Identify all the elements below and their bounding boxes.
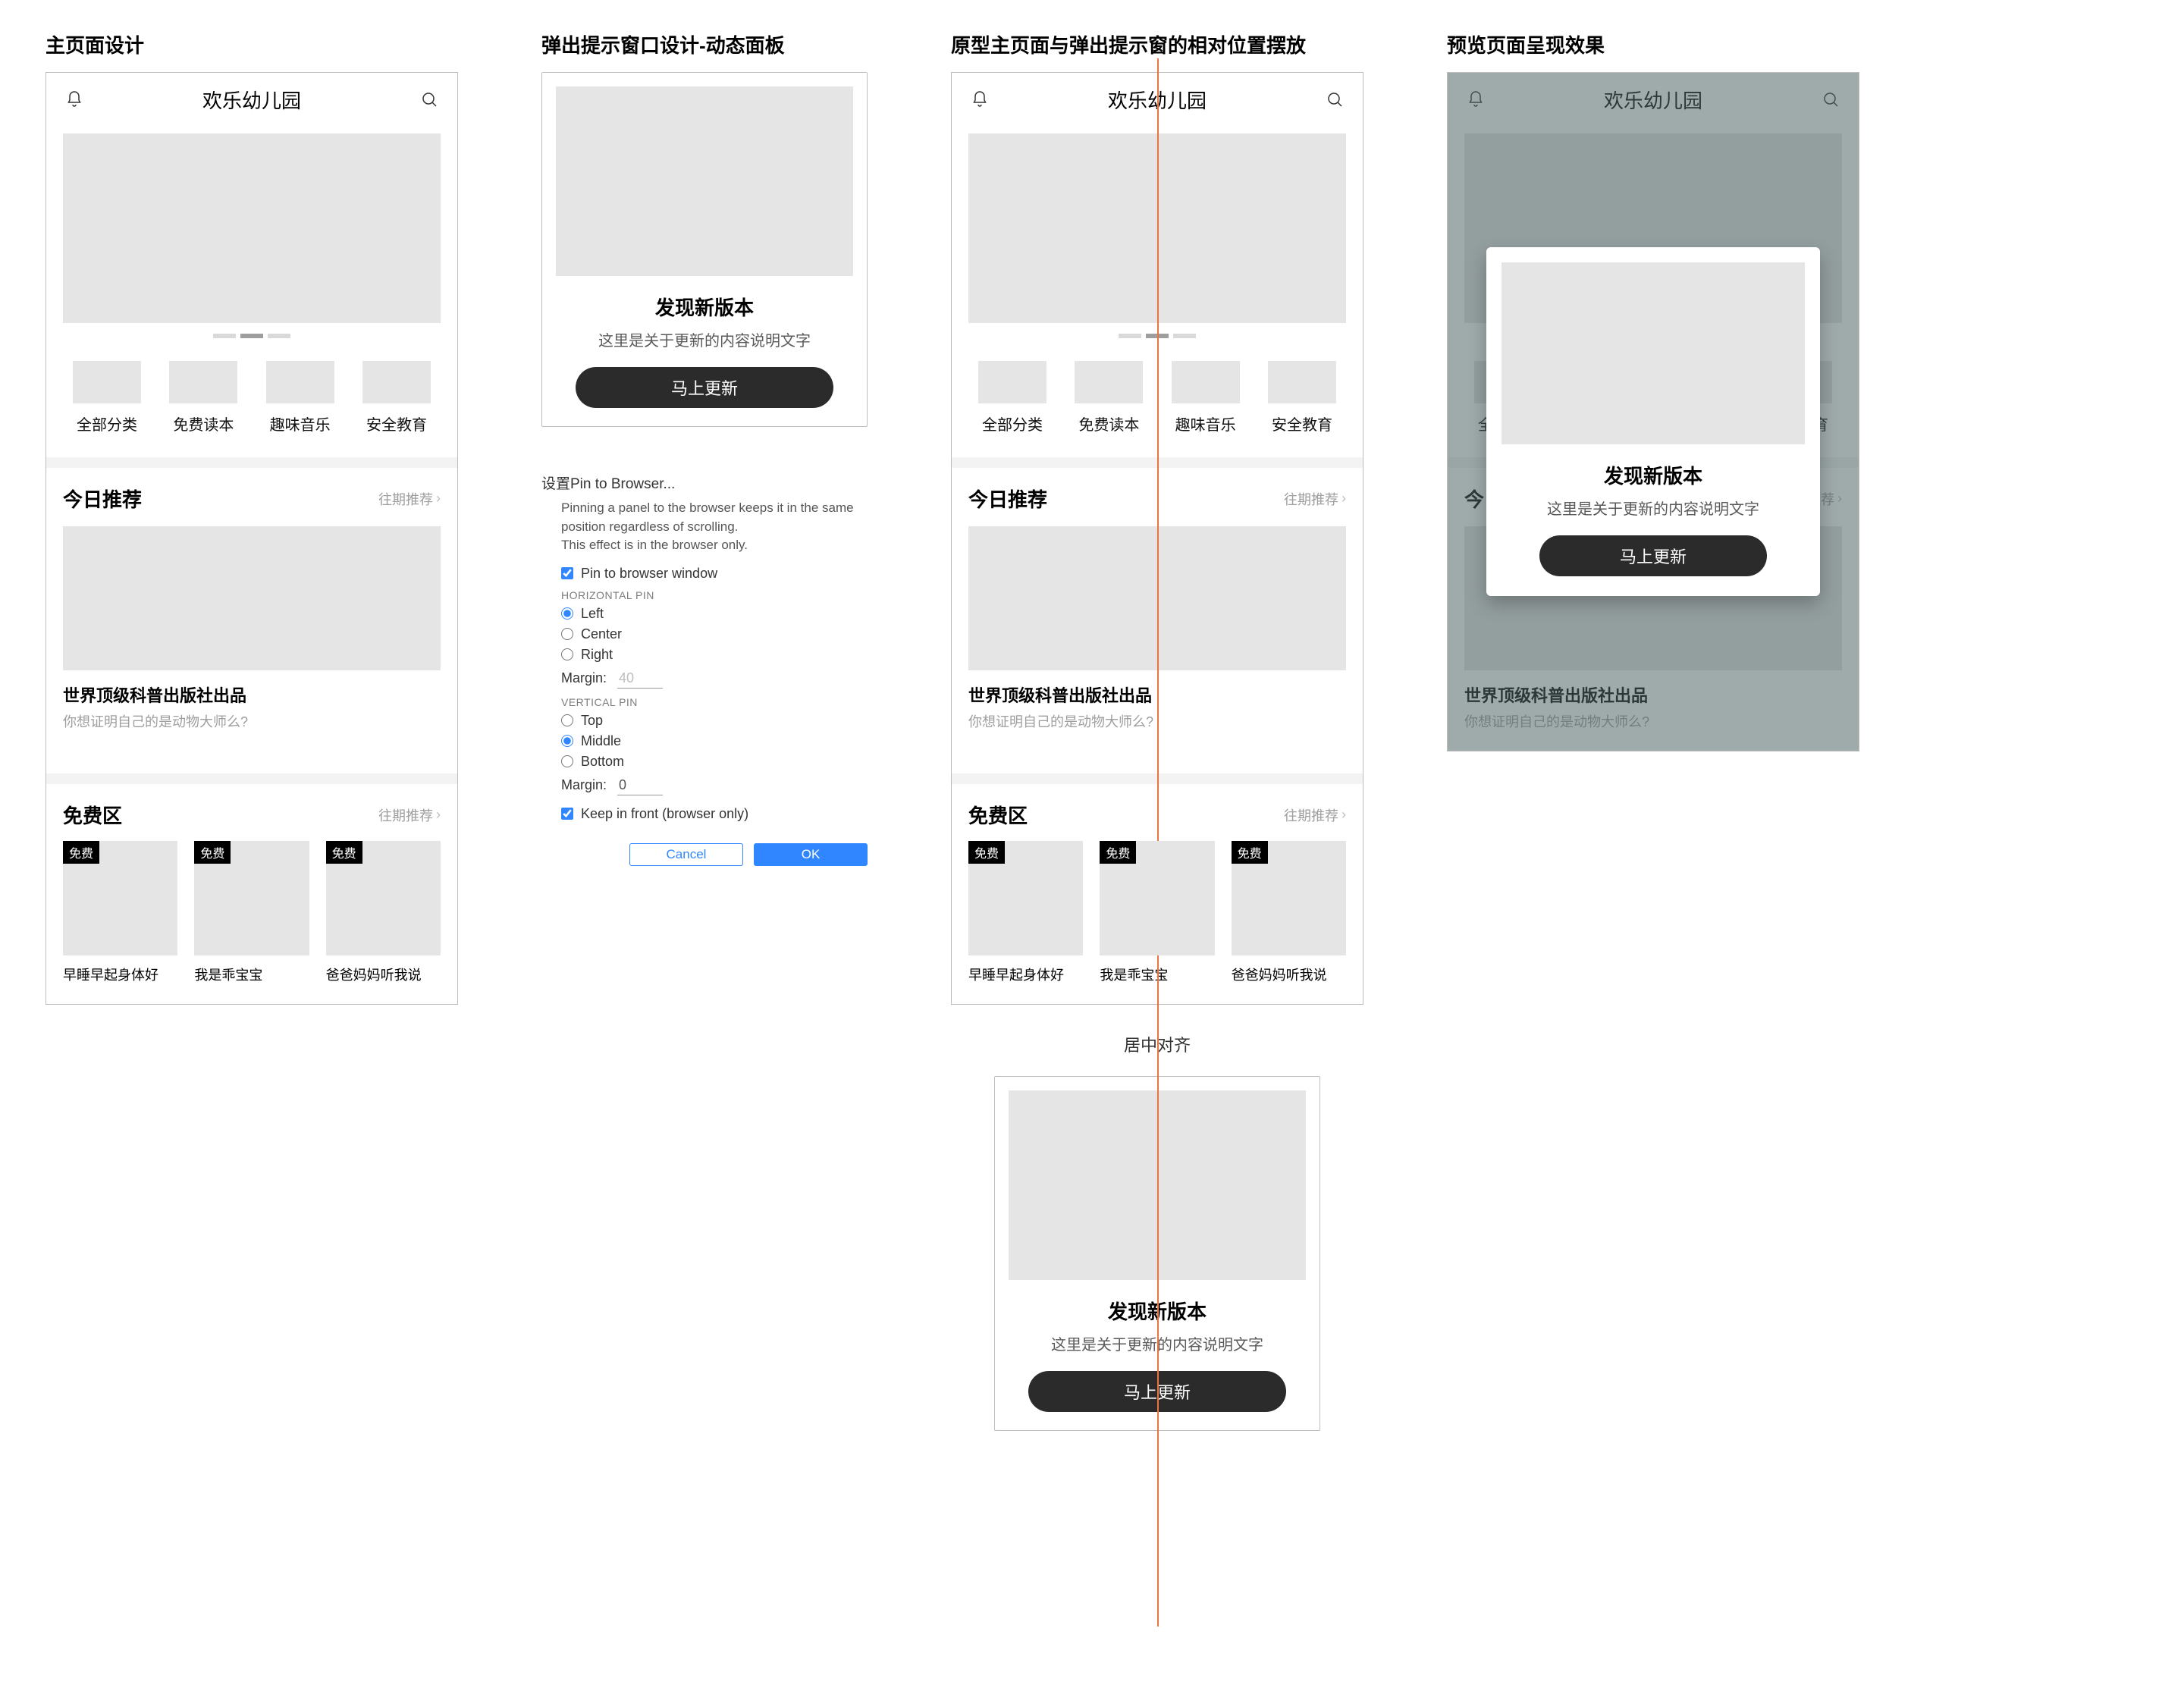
h-pin-right[interactable]: Right — [561, 647, 868, 663]
popup-image-placeholder — [1502, 262, 1805, 444]
col4-title: 预览页面呈现效果 — [1447, 30, 1859, 58]
free-more-link[interactable]: 往期推荐› — [1284, 805, 1346, 825]
phone-mock-preview: 欢乐幼儿园 全部分类 免费读本 趣味音乐 安全教育 — [1447, 72, 1859, 751]
col-main-design: 主页面设计 欢乐幼儿园 全部分类 免费读本 趣味音乐 安全教育 — [46, 30, 458, 1005]
free-badge: 免费 — [326, 841, 362, 864]
category-item[interactable]: 趣味音乐 — [1168, 361, 1244, 435]
popup-image-placeholder — [1009, 1090, 1306, 1280]
free-item[interactable]: 免费 早睡早起身体好 — [63, 841, 177, 984]
cancel-button[interactable]: Cancel — [629, 843, 743, 866]
category-item[interactable]: 趣味音乐 — [262, 361, 338, 435]
pin-to-browser-settings: 设置Pin to Browser... Pinning a panel to t… — [541, 472, 868, 866]
keep-in-front-row[interactable]: Keep in front (browser only) — [561, 806, 868, 822]
recommend-more-link[interactable]: 往期推荐› — [1284, 489, 1346, 509]
category-item[interactable]: 免费读本 — [1071, 361, 1147, 435]
search-icon[interactable] — [1323, 88, 1346, 111]
hero-banner-placeholder[interactable] — [63, 133, 441, 323]
v-pin-middle[interactable]: Middle — [561, 733, 868, 749]
category-item[interactable]: 安全教育 — [1264, 361, 1340, 435]
recommend-title: 今日推荐 — [63, 485, 142, 513]
update-modal: 发现新版本 这里是关于更新的内容说明文字 马上更新 — [1486, 247, 1820, 596]
chevron-right-icon: › — [436, 807, 441, 823]
pin-to-browser-checkbox[interactable] — [561, 567, 573, 579]
popup-update-button[interactable]: 马上更新 — [1028, 1371, 1286, 1412]
v-pin-bottom[interactable]: Bottom — [561, 754, 868, 770]
margin-h-input — [617, 669, 663, 689]
hero-banner-placeholder[interactable] — [968, 133, 1346, 323]
pin-header: 设置Pin to Browser... — [541, 472, 868, 493]
horizontal-pin-label: HORIZONTAL PIN — [561, 589, 868, 601]
recommend-image-placeholder[interactable] — [63, 526, 441, 670]
category-item[interactable]: 免费读本 — [165, 361, 241, 435]
category-item[interactable]: 安全教育 — [359, 361, 435, 435]
col-layout-relation: 原型主页面与弹出提示窗的相对位置摆放 欢乐幼儿园 全部分类 免费读本 — [951, 30, 1363, 1431]
center-align-caption: 居中对齐 — [1124, 1032, 1191, 1056]
free-item[interactable]: 免费 爸爸妈妈听我说 — [326, 841, 441, 984]
col-popup-design: 弹出提示窗口设计-动态面板 发现新版本 这里是关于更新的内容说明文字 马上更新 … — [541, 30, 868, 866]
phone-mock-2: 欢乐幼儿园 全部分类 免费读本 趣味音乐 安全教育 今日推荐 — [951, 72, 1363, 1005]
recommend-item-title: 世界顶级科普出版社出品 — [63, 682, 441, 707]
col2-title: 弹出提示窗口设计-动态面板 — [541, 30, 868, 58]
bell-icon[interactable] — [63, 88, 86, 111]
free-badge: 免费 — [63, 841, 99, 864]
h-pin-center[interactable]: Center — [561, 626, 868, 642]
search-icon[interactable] — [418, 88, 441, 111]
col-preview: 预览页面呈现效果 欢乐幼儿园 全部 — [1447, 30, 1859, 808]
ok-button[interactable]: OK — [754, 843, 868, 866]
category-item[interactable]: 全部分类 — [974, 361, 1050, 435]
bell-icon[interactable] — [968, 88, 991, 111]
free-badge: 免费 — [194, 841, 231, 864]
popup-title: 发现新版本 — [655, 293, 754, 321]
free-item[interactable]: 免费 我是乖宝宝 — [194, 841, 309, 984]
free-title: 免费区 — [63, 801, 122, 829]
recommend-more-link[interactable]: 往期推荐› — [378, 489, 441, 509]
keep-in-front-checkbox[interactable] — [561, 808, 573, 820]
free-more-link[interactable]: 往期推荐› — [378, 805, 441, 825]
margin-label-h: Margin: — [561, 670, 607, 686]
popup-panel-centered: 发现新版本 这里是关于更新的内容说明文字 马上更新 — [994, 1076, 1320, 1431]
vertical-pin-label: VERTICAL PIN — [561, 696, 868, 708]
popup-description: 这里是关于更新的内容说明文字 — [598, 328, 811, 350]
col3-title: 原型主页面与弹出提示窗的相对位置摆放 — [951, 30, 1306, 58]
h-pin-left[interactable]: Left — [561, 606, 868, 622]
pin-checkbox-row[interactable]: Pin to browser window — [561, 566, 868, 582]
recommend-section: 今日推荐 往期推荐› 世界顶级科普出版社出品 你想证明自己的是动物大师么? — [46, 468, 457, 751]
free-section: 免费区 往期推荐› 免费 早睡早起身体好 免费 我是乖宝宝 免费 — [46, 784, 457, 1004]
phone-mock-1: 欢乐幼儿园 全部分类 免费读本 趣味音乐 安全教育 今日推荐 — [46, 72, 458, 1005]
chevron-right-icon: › — [436, 491, 441, 507]
popup-image-placeholder — [556, 86, 853, 276]
v-pin-top[interactable]: Top — [561, 713, 868, 729]
margin-label-v: Margin: — [561, 777, 607, 793]
margin-v-input[interactable] — [617, 776, 663, 795]
popup-panel: 发现新版本 这里是关于更新的内容说明文字 马上更新 — [541, 72, 868, 427]
recommend-item-subtitle: 你想证明自己的是动物大师么? — [63, 711, 441, 731]
popup-update-button[interactable]: 马上更新 — [1539, 535, 1767, 576]
pin-note: Pinning a panel to the browser keeps it … — [561, 499, 868, 555]
col1-title: 主页面设计 — [46, 30, 458, 58]
category-item[interactable]: 全部分类 — [69, 361, 145, 435]
popup-update-button[interactable]: 马上更新 — [576, 367, 833, 408]
app-title: 欢乐幼儿园 — [202, 86, 301, 114]
carousel-indicator — [46, 334, 457, 338]
